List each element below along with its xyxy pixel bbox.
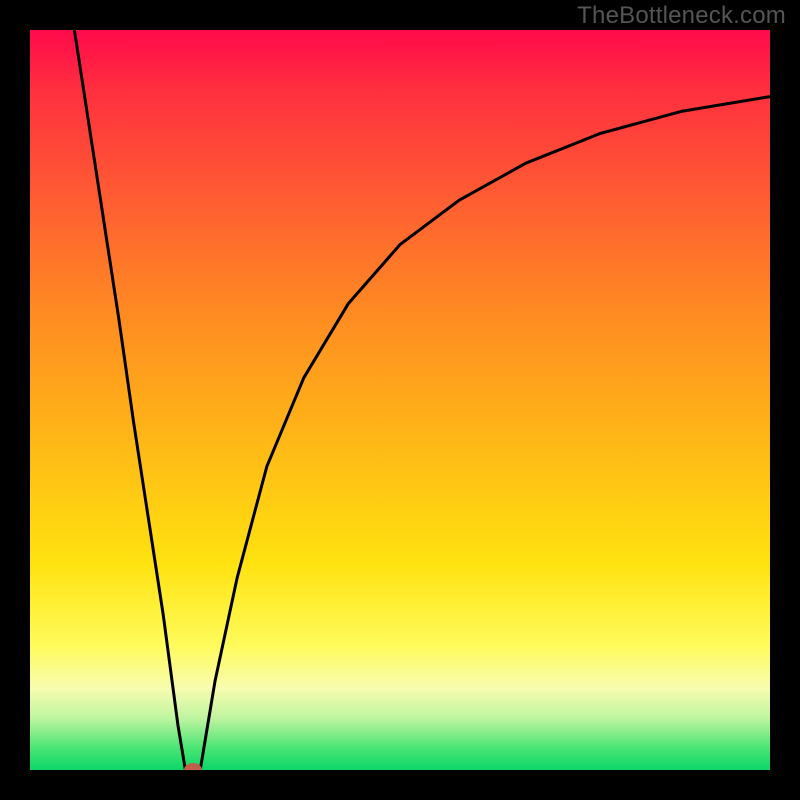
bottleneck-curve <box>30 30 770 770</box>
chart-outer: TheBottleneck.com <box>0 0 800 800</box>
plot-area <box>30 30 770 770</box>
curve-path <box>74 30 770 770</box>
minimum-marker <box>184 763 202 770</box>
watermark-text: TheBottleneck.com <box>577 2 786 30</box>
